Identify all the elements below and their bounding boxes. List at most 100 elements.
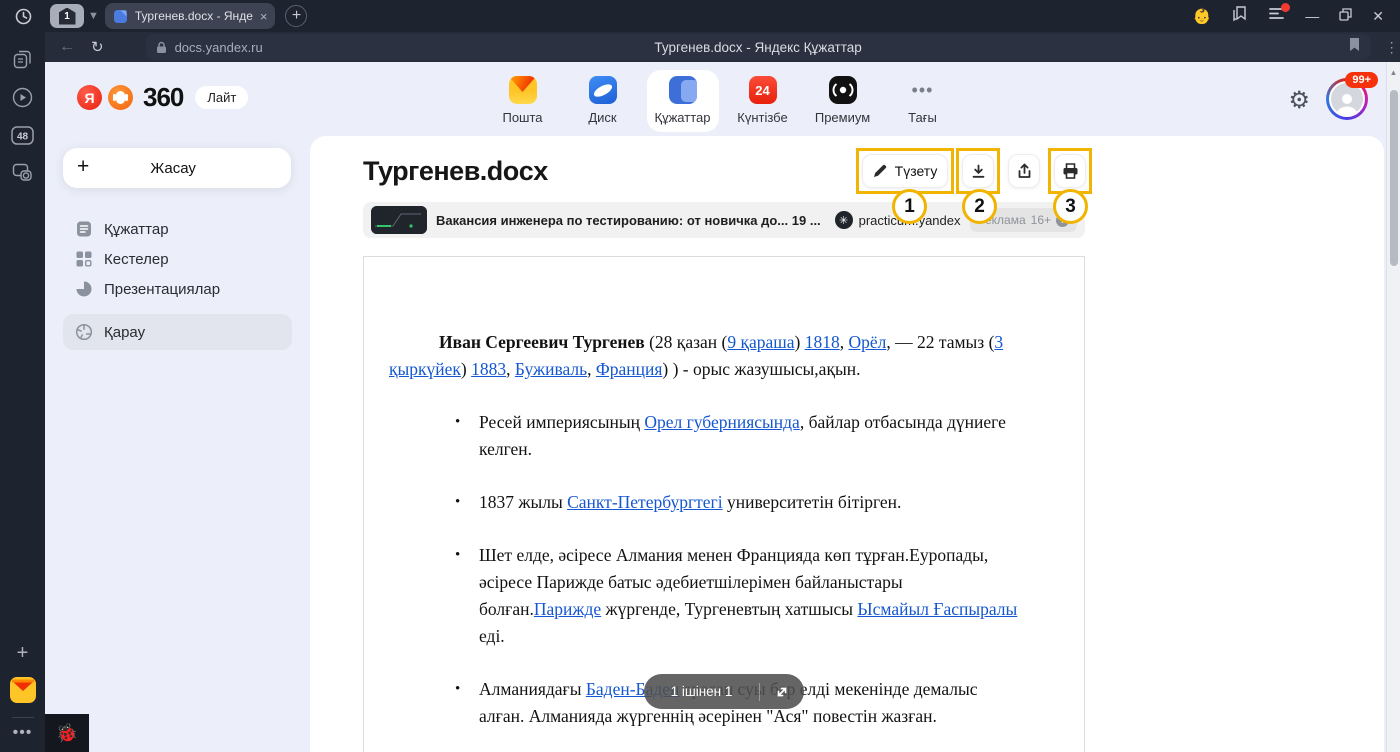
calendar-icon: 24: [749, 76, 777, 104]
doc-bold-text: Иван Сергеевич Тургенев: [439, 332, 645, 352]
back-icon[interactable]: ←: [59, 38, 75, 56]
nav-item-mail[interactable]: Пошта: [487, 70, 559, 132]
doc-bullet: 1837 жылы Санкт-Петербургтегі университе…: [389, 489, 1026, 516]
scroll-up-arrow[interactable]: ▲: [1387, 68, 1400, 77]
tables-icon: [75, 250, 93, 268]
doc-link[interactable]: Франция: [596, 359, 663, 379]
sidebar-item-presentations[interactable]: Презентациялар: [63, 274, 292, 304]
speed-badge-icon[interactable]: 48: [11, 126, 34, 145]
sidebar-item-tables[interactable]: Кестелер: [63, 244, 292, 274]
download-button[interactable]: [962, 154, 994, 188]
scrollbar-thumb[interactable]: [1390, 90, 1398, 266]
nav-item-premium[interactable]: Премиум: [807, 70, 879, 132]
more-apps-icon: •••: [909, 76, 937, 104]
close-window-button[interactable]: ✕: [1372, 8, 1384, 25]
doc-link[interactable]: Орёл: [848, 332, 886, 352]
svg-text:48: 48: [17, 132, 29, 143]
nav-item-documents[interactable]: Құжаттар: [647, 70, 719, 132]
expand-icon[interactable]: [760, 685, 804, 699]
nav-item-more[interactable]: ••• Тағы: [887, 70, 959, 132]
premium-icon: [829, 76, 857, 104]
practicum-logo-icon: ✳: [835, 211, 853, 229]
nav-item-calendar[interactable]: 24 Күнтізбе: [727, 70, 799, 132]
user-avatar[interactable]: 99+: [1326, 78, 1368, 120]
mail-app-icon[interactable]: [10, 677, 36, 703]
print-button[interactable]: [1054, 154, 1086, 188]
annotation-number-1: 1: [892, 189, 927, 224]
nav-item-disk[interactable]: Диск: [567, 70, 639, 132]
sidebar-item-view[interactable]: Қарау: [63, 314, 292, 350]
add-panel-icon[interactable]: +: [17, 642, 29, 665]
play-icon[interactable]: [12, 87, 33, 108]
doc-link[interactable]: Ысмайыл Ғаспыралы: [857, 599, 1017, 619]
doc-link[interactable]: Санкт-Петербургтегі: [567, 492, 723, 512]
view-icon: [75, 323, 93, 341]
annotation-number-3: 3: [1053, 189, 1088, 224]
annotation-number-2: 2: [962, 189, 997, 224]
page-indicator: 1 ішінен 1: [644, 674, 804, 709]
mail-icon: [509, 76, 537, 104]
presentations-icon: [75, 280, 93, 298]
browser-tab-bar: 1 ▼ Тургенев.docx - Яндек × + 👶 — ✕: [0, 0, 1400, 32]
url-field[interactable]: docs.yandex.ru Тургенев.docx - Яндекс Құ…: [146, 34, 1371, 60]
notification-count-badge: 99+: [1345, 72, 1378, 88]
doc-link[interactable]: Буживаль: [515, 359, 587, 379]
divider: [12, 717, 34, 718]
annotation-box-3: [1048, 148, 1092, 194]
pencil-icon: [873, 164, 887, 178]
plus-icon: +: [77, 155, 89, 179]
annotation-box-2: [956, 148, 1000, 194]
settings-gear-icon[interactable]: ⚙: [1288, 86, 1310, 115]
profile-avatar-emoji[interactable]: 👶: [1193, 7, 1212, 25]
main-panel: Тургенев.docx Түзету: [310, 136, 1384, 752]
minimize-button[interactable]: —: [1305, 8, 1319, 24]
browser-tab[interactable]: Тургенев.docx - Яндек ×: [105, 3, 276, 29]
new-tab-button[interactable]: +: [285, 5, 307, 27]
ad-thumbnail: [371, 206, 427, 234]
document-actions: Түзету: [856, 148, 1092, 194]
doc-paragraph: Иван Сергеевич Тургенев (28 қазан (9 қар…: [389, 329, 1026, 383]
documents-icon: [669, 76, 697, 104]
tab-group-chip[interactable]: 1: [50, 4, 84, 28]
sidebar-item-documents[interactable]: Құжаттар: [63, 214, 292, 244]
addressbar-actions: ⋮: [1385, 37, 1400, 57]
doc-link[interactable]: 1818: [805, 332, 840, 352]
yandex360-logo[interactable]: Я 360 Лайт: [77, 82, 248, 113]
yandex360-header: Я 360 Лайт Пошта Диск Құжаттар 24 Күнтіз…: [45, 62, 1400, 136]
screenshot-icon[interactable]: [12, 163, 33, 182]
share-button[interactable]: [1008, 154, 1040, 188]
document-header: Тургенев.docx Түзету: [363, 148, 1092, 194]
doc-link[interactable]: Парижде: [534, 599, 601, 619]
doc-link[interactable]: Орел губерниясында: [644, 412, 800, 432]
ad-headline: Вакансия инженера по тестированию: от но…: [436, 213, 821, 228]
doc-link[interactable]: 1883: [471, 359, 506, 379]
sidebar-nav: Құжаттар Кестелер Презентациялар Қарау: [63, 214, 292, 350]
sidebar-more-icon[interactable]: •••: [13, 724, 33, 742]
chevron-down-icon[interactable]: ▼: [88, 10, 99, 22]
windows-icon[interactable]: [13, 50, 32, 69]
restore-button[interactable]: [1339, 8, 1352, 24]
app-nav: Пошта Диск Құжаттар 24 Күнтізбе Премиум …: [487, 70, 959, 132]
doc-bullet: Ресей империясының Орел губерниясында, б…: [389, 409, 1026, 463]
app-sidebar: + Жасау Құжаттар Кестелер Презентациялар…: [45, 136, 310, 752]
annotation-box-1: Түзету: [856, 148, 954, 194]
browser-menu-icon[interactable]: [1268, 7, 1285, 25]
create-button[interactable]: + Жасау: [63, 148, 291, 188]
disk-icon: [589, 76, 617, 104]
reload-icon[interactable]: ↻: [91, 38, 104, 56]
history-icon[interactable]: [8, 1, 38, 31]
scrollbar[interactable]: ▲: [1386, 62, 1400, 752]
address-bar: ← ↻ docs.yandex.ru Тургенев.docx - Яндек…: [45, 32, 1400, 62]
doc-link[interactable]: 9 қараша: [727, 332, 794, 352]
share-icon: [1017, 163, 1032, 179]
document-icon: [75, 220, 93, 238]
doc-bullet: Шет елде, әсіресе Алмания менен Францияд…: [389, 542, 1026, 650]
browser-sidebar: 48 + •••: [0, 32, 45, 752]
download-icon: [971, 164, 986, 179]
titlebar-controls: 👶 — ✕: [1193, 5, 1400, 27]
bookmarks-icon[interactable]: [1231, 5, 1248, 27]
tab-close-icon[interactable]: ×: [260, 10, 268, 23]
page-count-label: 1 ішінен 1: [644, 684, 759, 699]
edit-button[interactable]: Түзету: [862, 154, 948, 188]
more-options-icon[interactable]: ⋮: [1385, 39, 1399, 56]
